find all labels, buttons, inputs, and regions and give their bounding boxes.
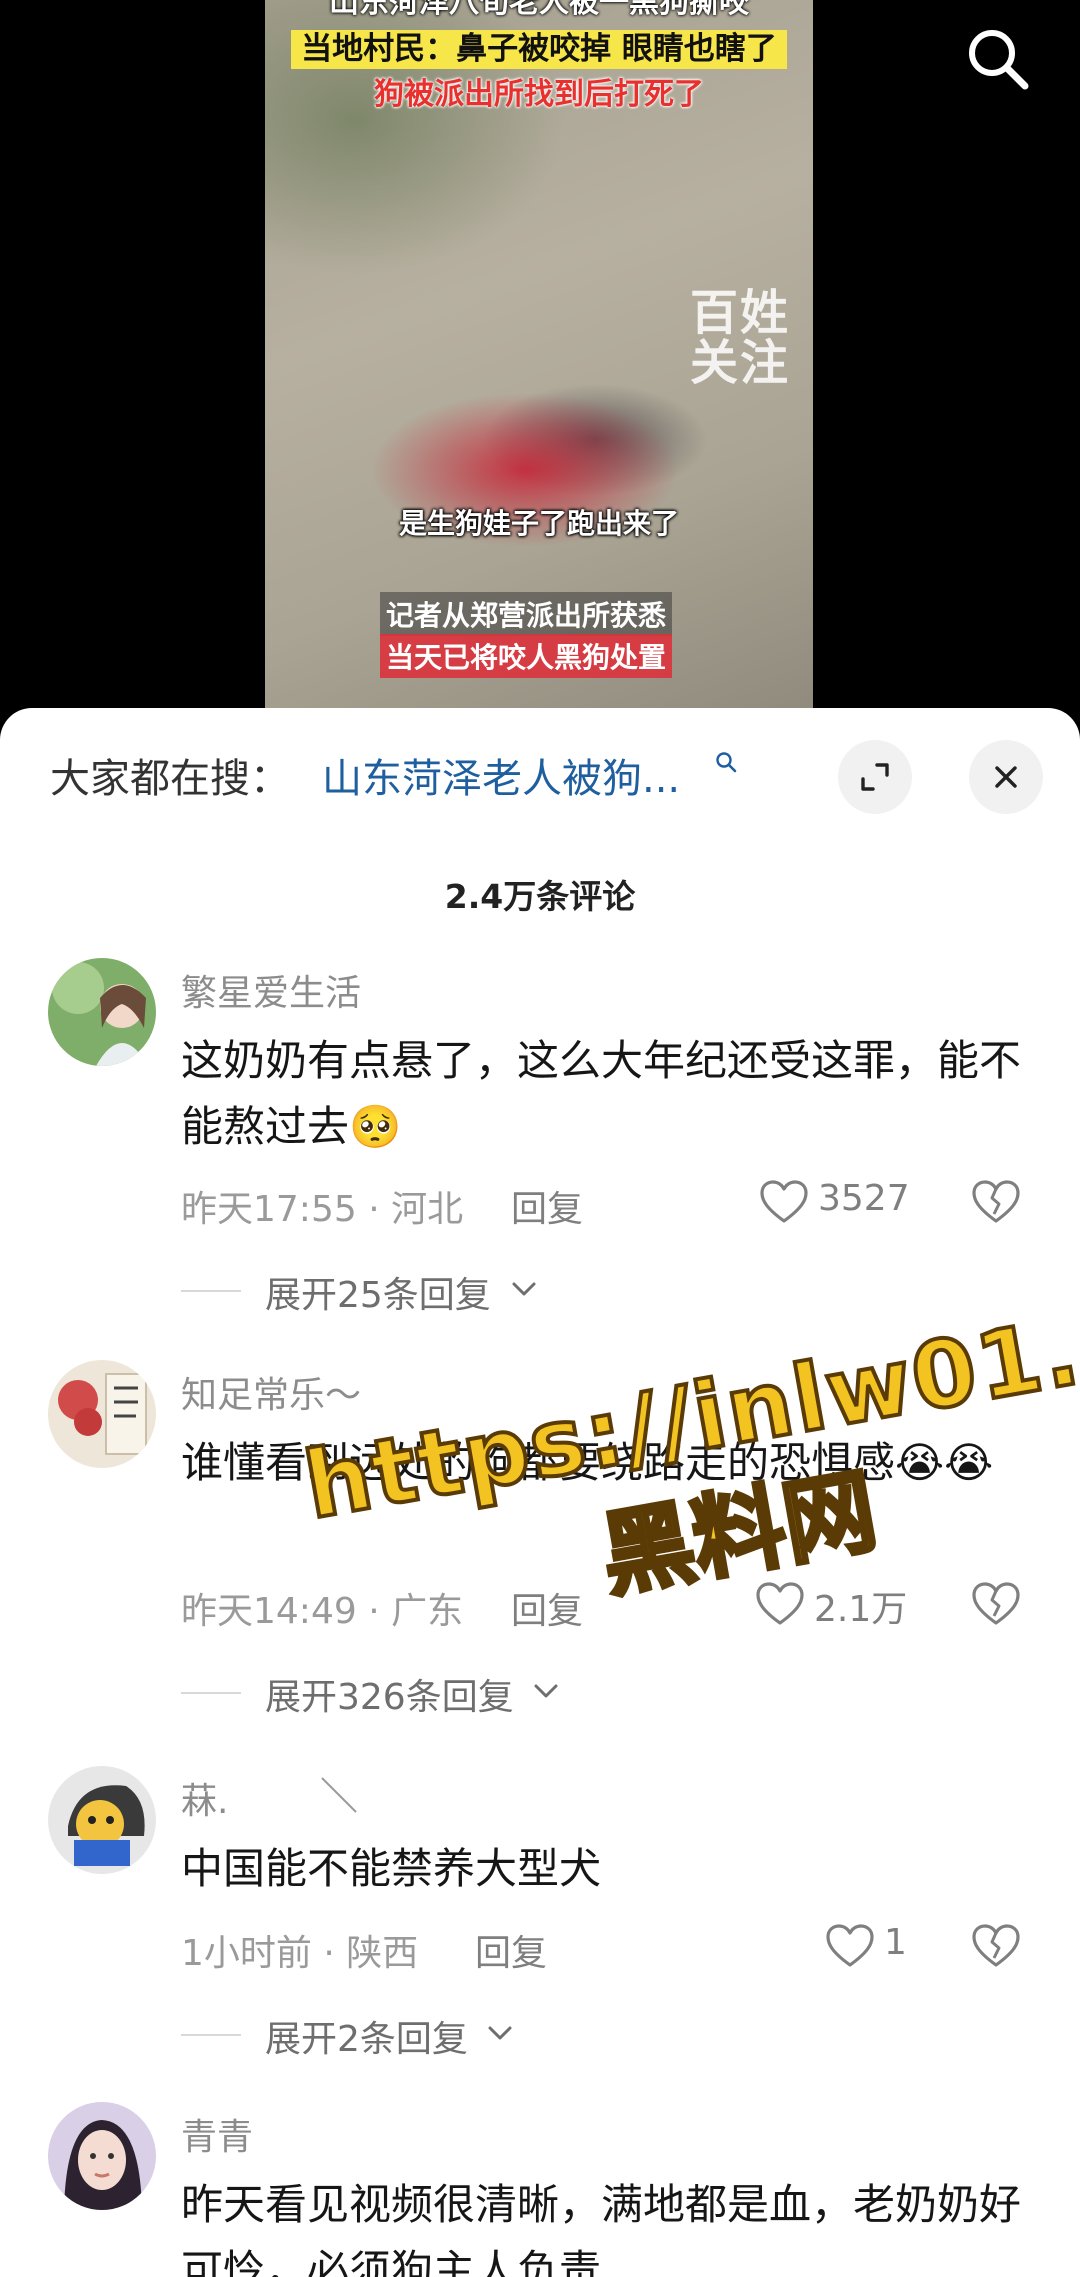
comment-item: 菻. 中国能不能禁养大型犬 1小时前 · 陕西 回复 1 展开2条回复 (0, 1766, 1080, 2066)
video-handled-caption: 当天已将咬人黑狗处置 (380, 634, 673, 678)
comment-username[interactable]: 菻. (181, 1772, 228, 1824)
comment-item: 青青 昨天看见视频很清晰，满地都是血，老奶奶好可怜，必须狗主人负责 (0, 2102, 1080, 2277)
trending-search-bar: 大家都在搜： 山东菏泽老人被狗... (0, 708, 1080, 838)
trending-search-link[interactable]: 山东菏泽老人被狗... (322, 746, 680, 804)
expand-button[interactable] (838, 740, 912, 814)
expand-replies-label: 展开25条回复 (265, 1275, 491, 1316)
broken-heart-icon (972, 1180, 1020, 1223)
comment-meta: 昨天14:49 · 广东 (181, 1591, 464, 1632)
avatar-image (48, 2102, 156, 2210)
comment-item: 知足常乐～ 谁懂看到远处的狗都要绕路走的恐惧感😭😭 昨天14:49 · 广东 回… (0, 1360, 1080, 1720)
heart-icon (756, 1582, 804, 1625)
like-count: 1 (884, 1922, 907, 1963)
expand-icon (861, 763, 889, 791)
video-frame[interactable]: 山东菏泽八旬老人被一黑狗撕咬 当地村民：鼻子被咬掉 眼睛也瞎了 狗被派出所找到后… (265, 0, 813, 720)
avatar-image (48, 1360, 156, 1468)
trending-search-prefix: 大家都在搜： (50, 756, 290, 802)
divider (181, 2034, 241, 2036)
video-caption-yellow-text: 当地村民：鼻子被咬掉 眼睛也瞎了 (291, 30, 787, 69)
video-subtitle: 是生狗娃子了跑出来了 (398, 507, 679, 540)
avatar[interactable] (48, 958, 156, 1066)
search-icon[interactable] (714, 750, 738, 774)
expand-replies-button[interactable]: 展开25条回复 (181, 1266, 541, 1316)
comment-sheet: 大家都在搜： 山东菏泽老人被狗... 2.4万条评论 繁星爱生活 这奶奶有点悬了… (0, 708, 1080, 2277)
close-icon (995, 766, 1017, 788)
reply-button[interactable]: 回复 (511, 1180, 583, 1232)
dislike-button[interactable] (972, 1582, 1020, 1628)
broken-heart-icon (972, 1582, 1020, 1625)
expand-replies-label: 展开326条回复 (265, 1677, 514, 1718)
comment-text: 这奶奶有点悬了，这么大年纪还受这罪，能不能熬过去🥺 (181, 1036, 1022, 1151)
avatar-image (48, 1766, 156, 1874)
channel-watermark: 百姓关注 (689, 285, 790, 392)
comment-username[interactable]: 青青 (181, 2108, 253, 2160)
video-caption-red: 狗被派出所找到后打死了 (374, 77, 704, 112)
chevron-down-icon (488, 2026, 512, 2040)
chevron-down-icon (512, 1282, 536, 1296)
video-player[interactable]: 山东菏泽八旬老人被一黑狗撕咬 当地村民：鼻子被咬掉 眼睛也瞎了 狗被派出所找到后… (0, 0, 1080, 720)
heart-icon (760, 1180, 808, 1223)
search-button[interactable] (963, 24, 1033, 94)
reply-button[interactable]: 回复 (511, 1582, 583, 1634)
comment-text: 中国能不能禁养大型犬 (181, 1844, 602, 1893)
heart-icon (826, 1924, 874, 1967)
close-button[interactable] (969, 740, 1043, 814)
video-reporter-caption: 记者从郑营派出所获悉 (380, 592, 673, 636)
chevron-down-icon (534, 1684, 558, 1698)
search-icon (969, 30, 1029, 90)
comment-text: 谁懂看到远处的狗都要绕路走的恐惧感😭😭 (181, 1438, 994, 1487)
comment-username[interactable]: 繁星爱生活 (181, 964, 361, 1016)
like-count: 2.1万 (814, 1589, 908, 1630)
dislike-button[interactable] (972, 1180, 1020, 1226)
avatar[interactable] (48, 2102, 156, 2210)
comment-text: 昨天看见视频很清晰，满地都是血，老奶奶好可怜，必须狗主人负责 (181, 2180, 1022, 2277)
comment-meta: 昨天17:55 · 河北 (181, 1189, 464, 1230)
comment-username[interactable]: 知足常乐～ (181, 1366, 361, 1418)
dislike-button[interactable] (972, 1924, 1020, 1970)
comment-item: 繁星爱生活 这奶奶有点悬了，这么大年纪还受这罪，能不能熬过去🥺 昨天17:55 … (0, 958, 1080, 1318)
avatar[interactable] (48, 1766, 156, 1874)
broken-heart-icon (972, 1924, 1020, 1967)
expand-replies-button[interactable]: 展开326条回复 (181, 1668, 561, 1718)
expand-replies-button[interactable]: 展开2条回复 (181, 2010, 521, 2060)
slash-mark-icon (321, 1777, 357, 1813)
expand-replies-label: 展开2条回复 (265, 2019, 468, 2060)
like-count: 3527 (818, 1178, 910, 1219)
avatar[interactable] (48, 1360, 156, 1468)
divider (181, 1290, 241, 1292)
video-title-overlay: 山东菏泽八旬老人被一黑狗撕咬 (329, 0, 749, 20)
video-caption-yellow: 当地村民：鼻子被咬掉 眼睛也瞎了 (265, 30, 813, 69)
comment-count: 2.4万条评论 (444, 877, 636, 916)
reply-button[interactable]: 回复 (475, 1924, 547, 1976)
comment-meta: 1小时前 · 陕西 (181, 1933, 419, 1974)
divider (181, 1692, 241, 1694)
avatar-image (48, 958, 156, 1066)
